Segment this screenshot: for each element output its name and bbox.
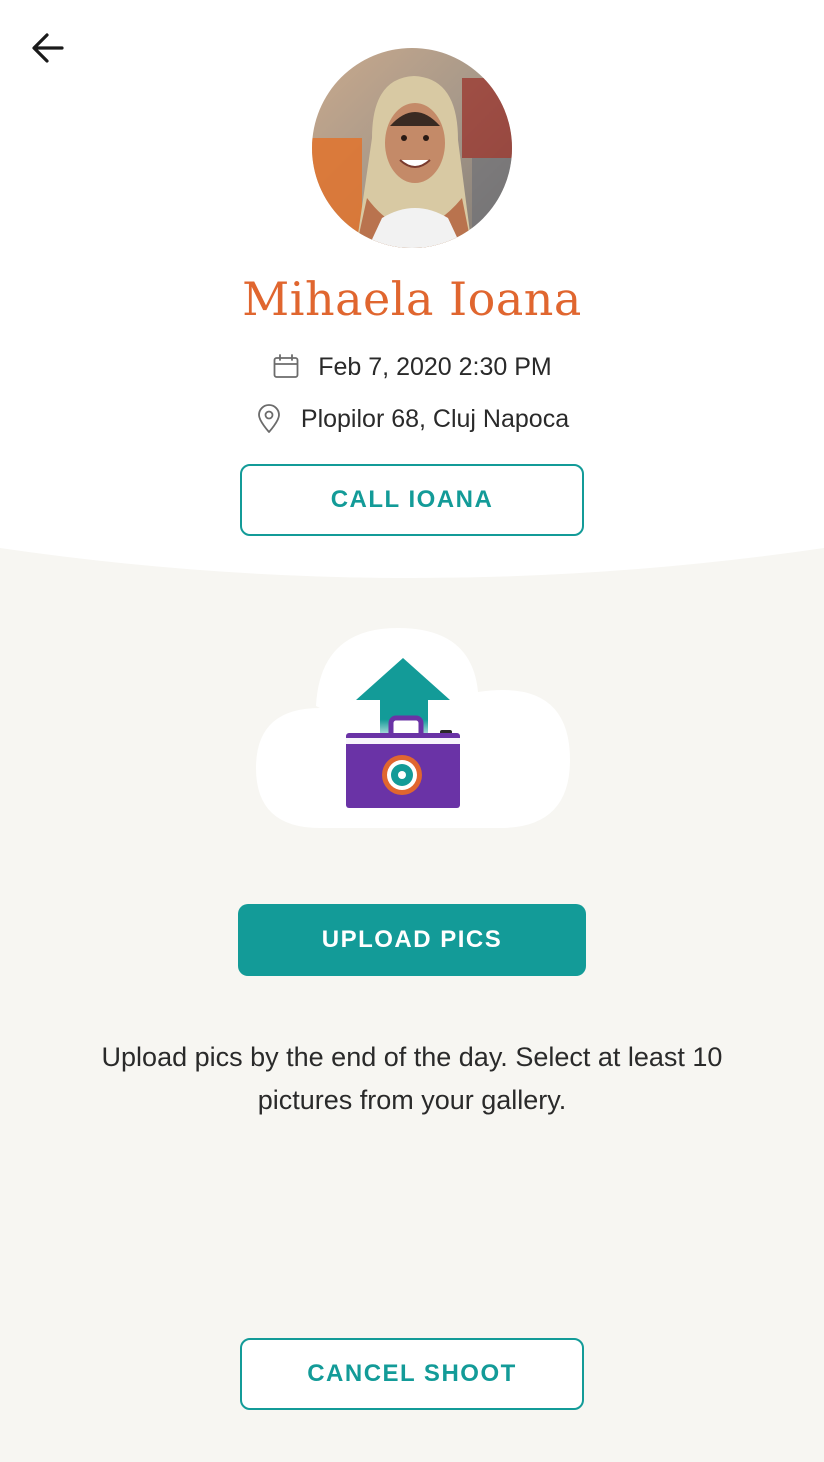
upload-pics-button[interactable]: UPLOAD PICS <box>238 904 586 976</box>
shoot-date-text: Feb 7, 2020 2:30 PM <box>318 352 552 381</box>
arrow-left-icon <box>32 33 64 63</box>
shoot-location-text: Plopilor 68, Cluj Napoca <box>300 404 570 433</box>
shoot-location-row: Plopilor 68, Cluj Napoca <box>0 400 824 438</box>
calendar-icon <box>272 353 300 381</box>
call-button[interactable]: CALL IOANA <box>240 464 584 536</box>
back-button[interactable] <box>26 28 70 68</box>
shoot-date-row: Feb 7, 2020 2:30 PM <box>0 348 824 386</box>
cloud-upload-camera-icon <box>256 628 570 828</box>
map-pin-icon <box>255 404 283 434</box>
client-name: Mihaela Ioana <box>242 272 582 326</box>
upload-instructions: Upload pics by the end of the day. Selec… <box>101 1042 723 1115</box>
avatar <box>312 48 512 248</box>
cancel-shoot-button[interactable]: CANCEL SHOOT <box>240 1338 584 1410</box>
